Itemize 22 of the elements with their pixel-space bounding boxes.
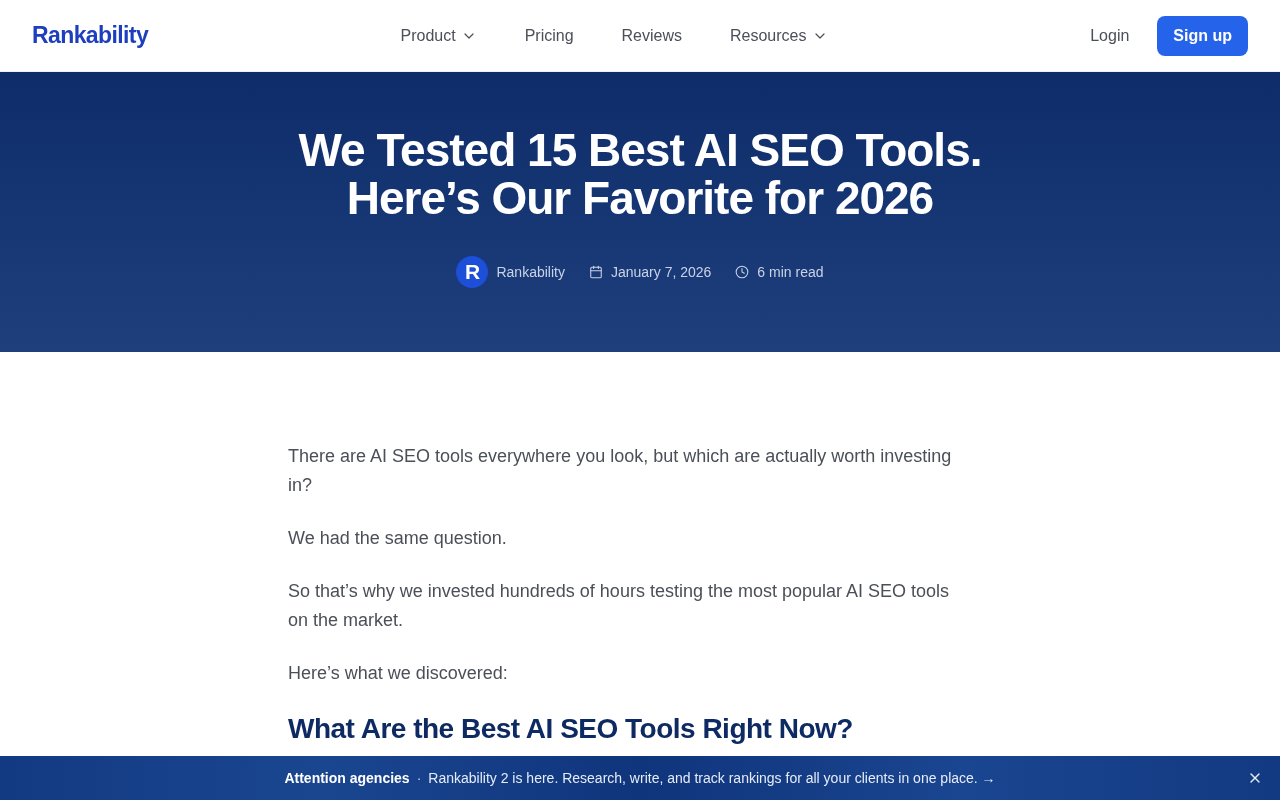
nav-link[interactable]: Product xyxy=(400,26,477,45)
nav-link[interactable]: Pricing xyxy=(524,26,574,45)
login-link[interactable]: Login xyxy=(1090,26,1130,45)
paragraph: We had the same question. xyxy=(288,527,508,550)
calendar-icon xyxy=(588,265,603,279)
paragraph: Here’s what we discovered: xyxy=(288,662,509,685)
signup-button[interactable]: Sign up xyxy=(1157,15,1248,56)
article-title: We Tested 15 Best AI SEO Tools. Here’s Our Favorite for 2026 xyxy=(297,126,983,222)
paragraph: So that’s why we invested hundreds of hours testing the most popular AI SEO tools on the market. xyxy=(288,580,951,632)
section-heading: What Are the Best AI SEO Tools Right Now? xyxy=(288,712,854,746)
author-name: Rankability xyxy=(496,264,565,280)
clock-icon xyxy=(735,265,750,279)
announcement-label: Attention agencies xyxy=(284,770,410,786)
nav-link[interactable]: Reviews xyxy=(621,26,682,45)
paragraph: There are AI SEO tools everywhere you look, but which are actually worth investing in? xyxy=(288,445,953,497)
logo[interactable]: Rankability xyxy=(32,22,149,49)
publish-date: January 7, 2026 xyxy=(610,264,712,280)
separator-dot: · xyxy=(416,770,422,786)
nav-link[interactable]: Resources xyxy=(730,26,828,45)
read-time: 6 min read xyxy=(757,264,824,280)
announcement-link[interactable]: Rankability 2 is here. Research, write, and track rankings for all your clients in one place. → xyxy=(428,770,996,786)
author-avatar: R xyxy=(456,256,489,288)
